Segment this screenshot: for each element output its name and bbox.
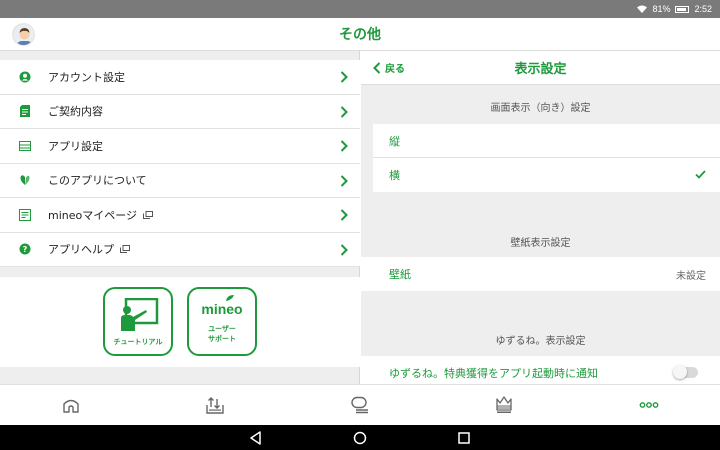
- support-label-line2: サポート: [208, 335, 236, 343]
- help-icon: ?: [18, 242, 32, 256]
- chevron-left-icon: [373, 61, 381, 74]
- menu-item-label: このアプリについて: [48, 174, 147, 188]
- battery-percent: 81%: [652, 4, 671, 14]
- back-triangle-icon[interactable]: [248, 430, 264, 446]
- menu-list: アカウント設定 ご契約内容 アプリ設定 このアプリについて mineoマイページ…: [0, 60, 360, 267]
- display-settings-title: 表示設定: [514, 62, 567, 77]
- back-button[interactable]: 戻る: [373, 60, 405, 75]
- menu-item-mypage[interactable]: mineoマイページ: [0, 198, 360, 233]
- tutorial-tile[interactable]: チュートリアル: [103, 287, 173, 356]
- account-icon: [18, 70, 32, 84]
- orientation-section-title: 画面表示（向き）設定: [490, 103, 591, 114]
- contract-icon: [18, 104, 32, 118]
- yuzuru-notify-row: ゆずるね。特典獲得をアプリ起動時に通知: [361, 356, 720, 384]
- menu-item-contract[interactable]: ご契約内容: [0, 95, 360, 129]
- external-link-icon: [120, 245, 130, 254]
- menu-pane: アカウント設定 ご契約内容 アプリ設定 このアプリについて mineoマイページ…: [0, 51, 360, 384]
- support-label-line1: ユーザー: [208, 325, 236, 333]
- app-settings-icon: [18, 139, 32, 153]
- upload-icon: [206, 396, 224, 414]
- chevron-right-icon: [340, 174, 348, 187]
- orientation-landscape-row[interactable]: 横: [373, 158, 720, 192]
- chevron-right-icon: [340, 140, 348, 152]
- menu-item-help[interactable]: ? アプリヘルプ: [0, 233, 360, 267]
- menu-item-app-settings[interactable]: アプリ設定: [0, 129, 360, 164]
- shortcut-tiles: チュートリアル mineo ユーザー サポート: [0, 277, 360, 367]
- recents-square-icon[interactable]: [456, 430, 472, 446]
- tab-home[interactable]: [59, 393, 83, 417]
- yuzuru-section-title: ゆずるね。表示設定: [495, 336, 586, 347]
- app-header: その他: [0, 18, 720, 51]
- external-link-icon: [143, 210, 154, 219]
- chevron-right-icon: [340, 209, 348, 221]
- toggle-knob: [673, 365, 687, 379]
- yuzuru-notify-toggle[interactable]: [673, 365, 698, 379]
- menu-item-label: アカウント設定: [48, 70, 125, 84]
- tab-crown[interactable]: [492, 393, 516, 417]
- status-bar: 81% 2:52: [0, 0, 720, 18]
- wallpaper-label: 壁紙: [389, 268, 411, 281]
- orientation-portrait-row[interactable]: 縦: [373, 124, 720, 158]
- orientation-portrait-label: 縦: [389, 134, 400, 148]
- menu-item-account[interactable]: アカウント設定: [0, 60, 360, 95]
- tutorial-label: チュートリアル: [113, 338, 163, 346]
- tab-chat[interactable]: [348, 393, 372, 417]
- menu-item-label: アプリヘルプ: [48, 243, 114, 257]
- user-support-tile[interactable]: mineo ユーザー サポート: [187, 287, 257, 356]
- crown-icon: [496, 396, 512, 413]
- menu-item-about[interactable]: このアプリについて: [0, 164, 360, 198]
- chevron-right-icon: [340, 105, 348, 118]
- checkmark-icon: [695, 170, 706, 179]
- tab-upload[interactable]: [203, 393, 227, 417]
- wallpaper-value: 未設定: [676, 270, 706, 282]
- mypage-icon: [18, 208, 32, 222]
- display-settings-header: 戻る 表示設定: [361, 51, 720, 85]
- yuzuru-notify-label: ゆずるね。特典獲得をアプリ起動時に通知: [389, 367, 598, 380]
- about-icon: [18, 173, 32, 187]
- avatar[interactable]: [12, 23, 35, 46]
- tab-more[interactable]: [637, 393, 661, 417]
- menu-item-label: mineoマイページ: [48, 208, 138, 222]
- mineo-logo: mineo: [201, 301, 243, 317]
- clock: 2:52: [694, 4, 712, 14]
- display-settings-pane: 戻る 表示設定 画面表示（向き）設定 縦 横 壁紙表示設定 壁紙 未設定 ゆずる…: [361, 51, 720, 384]
- bottom-tab-bar: [0, 384, 720, 425]
- back-label: 戻る: [385, 64, 405, 75]
- chevron-right-icon: [340, 243, 348, 256]
- chevron-right-icon: [340, 71, 348, 83]
- menu-item-label: アプリ設定: [48, 139, 103, 153]
- chat-icon: [351, 396, 368, 414]
- more-icon: [639, 402, 659, 408]
- wallpaper-section-title: 壁紙表示設定: [510, 238, 571, 249]
- system-nav-bar: [0, 425, 720, 450]
- wallpaper-row[interactable]: 壁紙 未設定: [361, 257, 720, 291]
- home-icon: [63, 399, 79, 413]
- wifi-icon: [637, 5, 648, 13]
- orientation-landscape-label: 横: [389, 169, 400, 182]
- svg-text:?: ?: [23, 245, 28, 254]
- battery-icon: [675, 5, 690, 13]
- page-title: その他: [339, 27, 381, 43]
- tutorial-icon: [121, 298, 159, 331]
- home-circle-icon[interactable]: [352, 430, 368, 446]
- menu-item-label: ご契約内容: [48, 105, 103, 119]
